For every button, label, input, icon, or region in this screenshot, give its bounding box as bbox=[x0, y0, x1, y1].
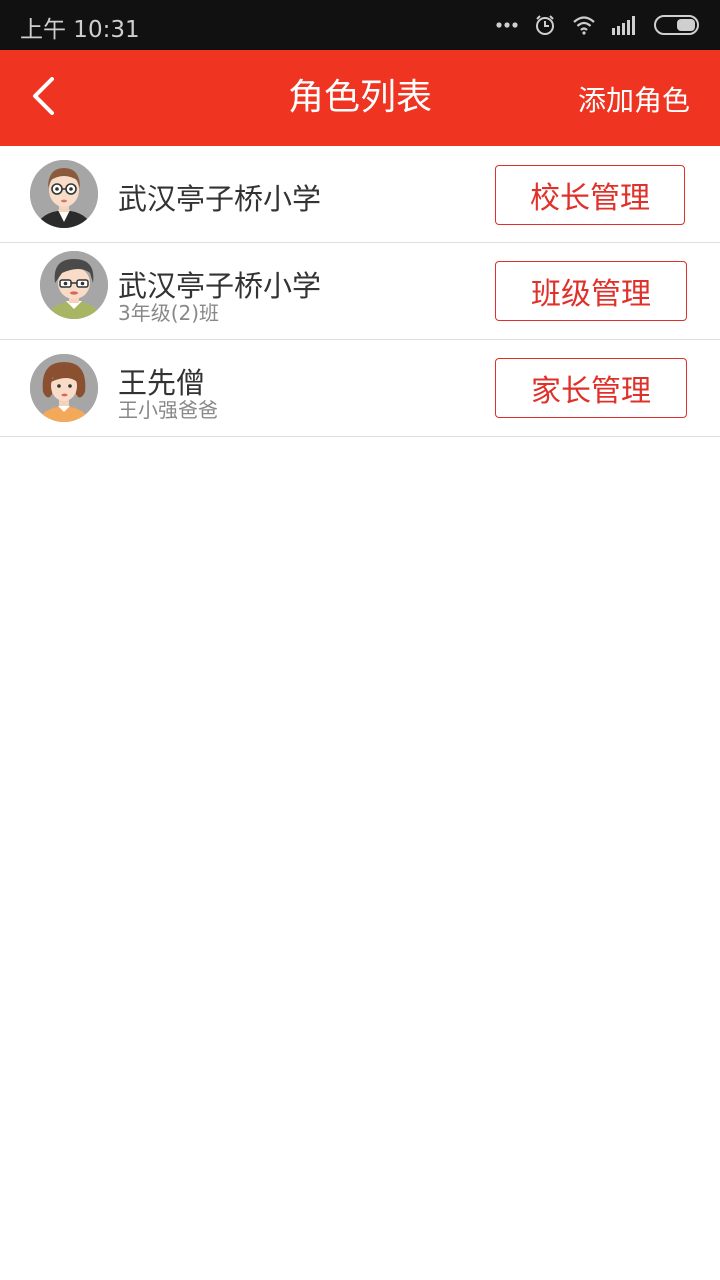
principal-manage-button[interactable]: 校长管理 bbox=[495, 165, 685, 225]
role-item-principal[interactable]: 武汉亭子桥小学 校长管理 bbox=[0, 146, 720, 243]
status-icons bbox=[496, 12, 700, 38]
more-dots-icon bbox=[496, 21, 518, 29]
role-subtitle: 3年级(2)班 bbox=[118, 301, 220, 325]
add-role-button[interactable]: 添加角色 bbox=[578, 82, 690, 120]
wifi-icon bbox=[572, 15, 596, 35]
teacher-avatar bbox=[40, 251, 108, 319]
role-list: 武汉亭子桥小学 校长管理 武汉亭子桥小学 3年级(2)班 班级管理 王先僧 王小… bbox=[0, 146, 720, 437]
role-item-teacher[interactable]: 武汉亭子桥小学 3年级(2)班 班级管理 bbox=[0, 243, 720, 340]
status-time: 上午 10:31 bbox=[20, 17, 140, 43]
class-manage-button[interactable]: 班级管理 bbox=[495, 261, 687, 321]
signal-icon bbox=[612, 15, 638, 35]
status-bar: 上午 10:31 bbox=[0, 0, 720, 50]
battery-icon bbox=[654, 15, 700, 35]
principal-avatar bbox=[30, 160, 98, 228]
alarm-icon bbox=[534, 14, 556, 36]
parent-manage-button[interactable]: 家长管理 bbox=[495, 358, 687, 418]
role-subtitle: 王小强爸爸 bbox=[118, 398, 218, 422]
role-item-parent[interactable]: 王先僧 王小强爸爸 家长管理 bbox=[0, 340, 720, 437]
parent-avatar bbox=[30, 354, 98, 422]
app-header: 角色列表 添加角色 bbox=[0, 50, 720, 146]
role-name: 武汉亭子桥小学 bbox=[118, 182, 322, 216]
